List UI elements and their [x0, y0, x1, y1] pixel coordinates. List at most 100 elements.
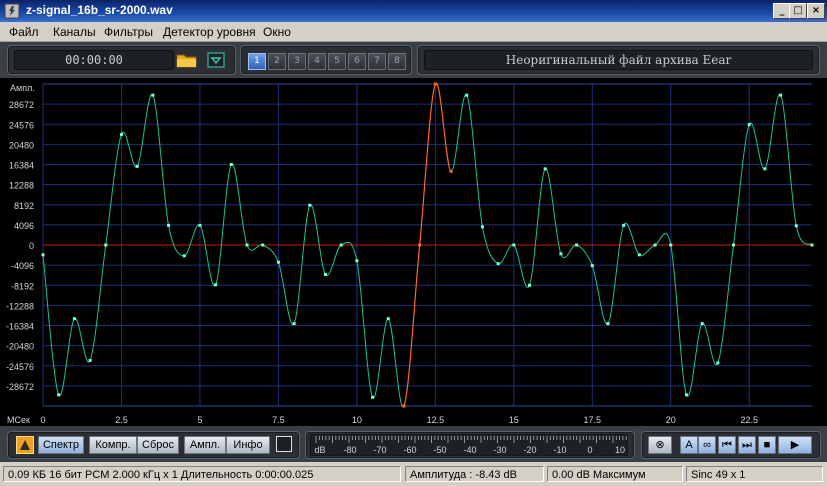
sample-point	[355, 259, 359, 263]
maximize-button[interactable]: □	[789, 3, 807, 19]
sample-point	[402, 404, 406, 408]
channel-button-4[interactable]: 4	[308, 53, 326, 70]
x-tick-label: 20	[666, 415, 676, 425]
menu-channels[interactable]: Каналы	[53, 25, 96, 39]
y-tick-label: 4096	[14, 221, 34, 231]
sample-point	[747, 123, 751, 127]
level-meter: dB -80 -70 -60 -50 -40 -30 -20 -10 0 10	[310, 434, 628, 456]
x-tick-label: 17.5	[584, 415, 602, 425]
y-tick-label: 0	[29, 241, 34, 251]
sample-point	[229, 162, 233, 166]
sample-point	[528, 283, 532, 287]
channel-button-6[interactable]: 6	[348, 53, 366, 70]
sample-point	[88, 358, 92, 362]
sample-point	[606, 322, 610, 326]
y-tick-label: 8192	[14, 201, 34, 211]
dropdown-icon[interactable]	[207, 52, 225, 68]
sample-point	[41, 253, 45, 257]
sample-point	[669, 243, 673, 247]
cancel-button[interactable]: ⊗	[648, 436, 672, 454]
y-tick-label: -24576	[6, 362, 34, 372]
y-tick-label: -8192	[11, 281, 34, 291]
meter-tick-label: -10	[553, 445, 566, 455]
status-sinc: Sinc 49 x 1	[686, 466, 823, 482]
window-title: z-signal_16b_sr-2000.wav	[26, 3, 173, 17]
reset-button[interactable]: Сброс	[137, 436, 179, 454]
info-button[interactable]: Инфо	[226, 436, 270, 454]
sample-point	[245, 243, 249, 247]
sample-point	[559, 252, 563, 256]
sample-point	[72, 317, 76, 321]
x-tick-label: 22.5	[740, 415, 758, 425]
waveform-chart[interactable]: 28672 24576 20480 16384 12288 8192 4096 0 -4096 -…	[0, 78, 827, 426]
channel-button-1[interactable]: 1	[248, 53, 266, 70]
channel-button-5[interactable]: 5	[328, 53, 346, 70]
channel-button-8[interactable]: 8	[388, 53, 406, 70]
stop-icon[interactable]: ■	[758, 436, 776, 454]
channel-button-3[interactable]: 3	[288, 53, 306, 70]
sample-point	[575, 243, 579, 247]
sample-point	[119, 132, 123, 136]
x-tick-label: 5	[197, 415, 202, 425]
sample-point	[104, 243, 108, 247]
menu-filters[interactable]: Фильтры	[104, 25, 153, 39]
menu-window[interactable]: Окно	[263, 25, 291, 39]
x-tick-label: 7.5	[272, 415, 285, 425]
fast-forward-icon[interactable]: ⏭	[738, 436, 756, 454]
waveform-svg[interactable]: 28672 24576 20480 16384 12288 8192 4096 0 -4096 -…	[0, 78, 827, 426]
y-axis-label: Ампл.	[10, 83, 35, 93]
loop-button[interactable]: ∞	[698, 436, 716, 454]
sample-point	[276, 260, 280, 264]
sample-point	[684, 393, 688, 397]
x-tick-label: 0	[40, 415, 45, 425]
folder-icon[interactable]	[176, 52, 198, 68]
channel-button-2[interactable]: 2	[268, 53, 286, 70]
x-tick-label: 10	[352, 415, 362, 425]
meter-tick-label: -30	[493, 445, 506, 455]
menu-file[interactable]: Файл	[9, 25, 39, 39]
sample-point	[135, 164, 139, 168]
sample-point	[433, 82, 437, 86]
menu-level-detector[interactable]: Детектор уровня	[163, 25, 256, 39]
message-display: Неоригинальный файл архива Eear	[424, 50, 813, 70]
sample-point	[167, 223, 171, 227]
sample-point	[512, 243, 516, 247]
sample-point	[292, 322, 296, 326]
compress-button[interactable]: Компр.	[89, 436, 137, 454]
y-tick-label: 24576	[9, 120, 34, 130]
sample-point	[763, 167, 767, 171]
amplitude-button[interactable]: Ампл.	[184, 436, 226, 454]
sample-point	[590, 264, 594, 268]
meter-tick-label: -20	[523, 445, 536, 455]
channel-button-7[interactable]: 7	[368, 53, 386, 70]
y-tick-label: 28672	[9, 100, 34, 110]
sample-point	[198, 223, 202, 227]
sample-point	[386, 317, 390, 321]
message-panel: Неоригинальный файл архива Eear	[417, 45, 820, 75]
meter-tick-label: -70	[373, 445, 386, 455]
spectrum-button[interactable]: Спектр	[38, 436, 84, 454]
sample-point	[418, 243, 422, 247]
sample-point	[308, 203, 312, 207]
sample-point	[637, 253, 641, 257]
y-tick-label: -20480	[6, 342, 34, 352]
sample-point	[810, 243, 814, 247]
x-tick-label: 15	[509, 415, 519, 425]
close-button[interactable]: ×	[807, 3, 825, 19]
signal-line	[42, 94, 405, 408]
status-amplitude: Амплитуда : -8.43 dB	[405, 466, 544, 482]
menu-bar: Файл Каналы Фильтры Детектор уровня Окно	[0, 22, 827, 42]
sample-point	[323, 272, 327, 276]
sample-point	[151, 93, 155, 97]
play-icon[interactable]: ▶	[778, 436, 812, 454]
a-button[interactable]: A	[680, 436, 698, 454]
time-display: 00:00:00	[14, 50, 174, 70]
sample-point	[700, 322, 704, 326]
toggle-checkbox[interactable]	[276, 436, 292, 452]
meter-tick-label: -40	[463, 445, 476, 455]
meter-tick-label: -60	[403, 445, 416, 455]
sample-point	[480, 225, 484, 229]
warning-icon[interactable]	[16, 436, 34, 454]
sample-point	[794, 224, 798, 228]
rewind-icon[interactable]: ⏮	[718, 436, 736, 454]
